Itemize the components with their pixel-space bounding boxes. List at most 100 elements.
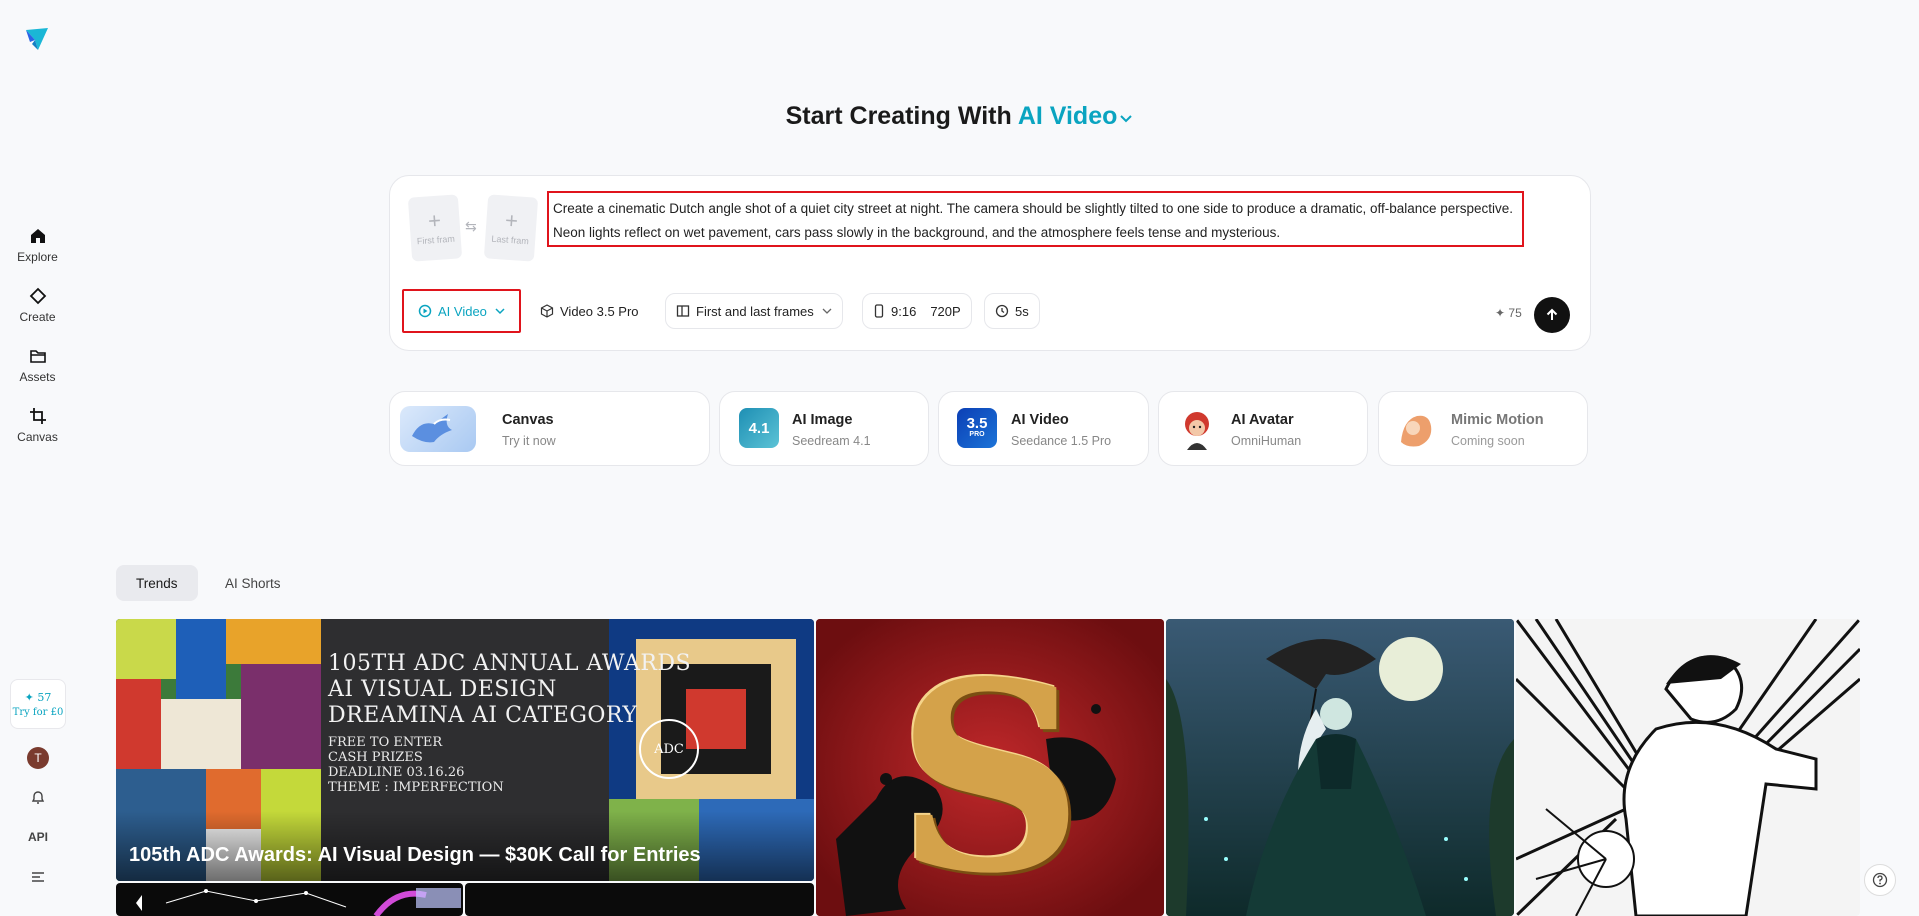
poster-detail-line: FREE TO ENTER — [328, 735, 443, 750]
mimic-motion-thumbnail — [1393, 406, 1437, 450]
frames-icon — [676, 304, 690, 318]
ornate-s-letter: S — [896, 626, 1084, 916]
sidebar-item-create[interactable]: Create — [0, 286, 75, 336]
chevron-down-icon — [1119, 103, 1133, 132]
sidebar-item-canvas[interactable]: Canvas — [0, 406, 75, 456]
mode-selector-label: AI Video — [1017, 102, 1118, 130]
tool-title: AI Video — [1011, 412, 1069, 428]
poster-detail-line: CASH PRIZES — [328, 750, 423, 765]
first-frame-upload[interactable]: + First fram — [407, 194, 463, 262]
gallery-card-ornate-letter[interactable]: S — [816, 619, 1164, 916]
sidebar-item-label: Assets — [19, 370, 56, 384]
sidebar: Explore Create Assets Canvas ✦ 57 Try fo… — [0, 0, 75, 916]
question-icon — [1872, 872, 1888, 888]
gothic-woman-art — [1166, 619, 1514, 916]
manga-hero-art — [1516, 619, 1860, 916]
last-frame-upload[interactable]: + Last fram — [483, 194, 539, 262]
diamond-icon — [28, 286, 48, 306]
menu-icon[interactable] — [27, 866, 49, 888]
resolution-value: 720P — [930, 303, 961, 319]
sidebar-item-label: Canvas — [17, 430, 58, 444]
crop-icon — [28, 406, 48, 426]
poster-heading-line: AI VISUAL DESIGN — [328, 677, 557, 702]
tool-card-mimic-motion[interactable]: Mimic Motion Coming soon — [1378, 391, 1588, 466]
mode-selector[interactable]: AI Video — [1018, 102, 1134, 130]
sidebar-item-assets[interactable]: Assets — [0, 346, 75, 396]
avatar-character-thumbnail — [1175, 406, 1219, 450]
tool-card-ai-image[interactable]: 4.1 AI Image Seedream 4.1 — [719, 391, 929, 466]
seedance-version-badge: 3.5 — [966, 415, 988, 432]
duration-selector[interactable]: 5s — [984, 293, 1040, 329]
canvas-thumbnail — [400, 406, 476, 452]
credits-count: ✦ 57 — [24, 690, 52, 704]
gallery-card-manga-hero[interactable] — [1516, 619, 1860, 916]
tool-subtitle: OmniHuman — [1231, 434, 1302, 448]
tool-title: Mimic Motion — [1451, 412, 1544, 428]
mode-dropdown-label: AI Video — [438, 303, 487, 319]
tool-title: AI Avatar — [1231, 412, 1294, 428]
frames-dropdown[interactable]: First and last frames — [665, 293, 843, 329]
cube-icon — [540, 304, 554, 318]
bell-icon[interactable] — [27, 786, 49, 808]
chevron-down-icon — [822, 306, 832, 316]
api-link[interactable]: API — [22, 830, 54, 844]
tab-trends[interactable]: Trends — [116, 565, 198, 601]
tool-subtitle: Coming soon — [1451, 434, 1525, 448]
page-title: Start Creating With AI Video — [0, 102, 1919, 132]
last-frame-label: Last fram — [491, 233, 530, 247]
poster-detail-line: THEME : IMPERFECTION — [328, 780, 504, 795]
gallery-card-adc-awards[interactable]: 105TH ADC ANNUAL AWARDS AI VISUAL DESIGN… — [116, 619, 814, 881]
home-icon — [28, 226, 48, 246]
model-selector[interactable]: Video 3.5 Pro — [530, 293, 649, 329]
seedance-logo: 3.5 PRO — [957, 408, 997, 448]
phone-portrait-icon — [873, 304, 885, 318]
ai-video-icon — [418, 304, 432, 318]
tool-card-canvas[interactable]: Canvas Try it now — [389, 391, 710, 466]
gallery-card-gothic-woman[interactable] — [1166, 619, 1514, 916]
seedream-logo: 4.1 — [739, 408, 779, 448]
page-title-prefix: Start Creating With — [785, 102, 1012, 130]
gallery-card-constellation[interactable] — [116, 883, 463, 916]
duration-value: 5s — [1015, 303, 1029, 319]
prompt-card: + First fram ⇆ + Last fram Create a cine… — [389, 175, 1591, 351]
clock-icon — [995, 304, 1009, 318]
gallery-caption: 105th ADC Awards: AI Visual Design — $30… — [129, 844, 701, 866]
avatar[interactable]: T — [27, 747, 49, 769]
mode-dropdown[interactable]: AI Video — [402, 289, 521, 333]
tool-card-ai-avatar[interactable]: AI Avatar OmniHuman — [1158, 391, 1368, 466]
tool-title: AI Image — [792, 412, 853, 428]
tool-card-ai-video[interactable]: 3.5 PRO AI Video Seedance 1.5 Pro — [938, 391, 1149, 466]
sidebar-item-explore[interactable]: Explore — [0, 226, 75, 276]
tool-subtitle: Seedance 1.5 Pro — [1011, 434, 1112, 448]
help-button[interactable] — [1864, 864, 1896, 896]
adc-logo-text: ADC — [654, 741, 684, 757]
prompt-input[interactable]: Create a cinematic Dutch angle shot of a… — [547, 191, 1524, 247]
plus-icon: + — [504, 207, 519, 234]
trial-offer-label: Try for £0 — [12, 706, 64, 718]
seedance-pro-badge: PRO — [969, 431, 985, 438]
frames-dropdown-label: First and last frames — [696, 303, 814, 319]
arrow-up-icon — [1544, 307, 1560, 323]
sidebar-item-label: Explore — [17, 250, 58, 264]
gallery-card-dark[interactable] — [465, 883, 814, 916]
aspect-ratio-value: 9:16 — [891, 303, 917, 319]
folder-icon — [28, 346, 48, 366]
credits-trial-button[interactable]: ✦ 57 Try for £0 — [10, 679, 66, 729]
tab-ai-shorts[interactable]: AI Shorts — [205, 565, 301, 601]
dreamina-logo-icon[interactable] — [24, 26, 50, 52]
poster-heading-line: 105TH ADC ANNUAL AWARDS — [328, 651, 692, 676]
tool-title: Canvas — [502, 412, 554, 428]
plus-icon: + — [427, 207, 442, 234]
poster-detail-line: DEADLINE 03.16.26 — [328, 765, 465, 780]
swap-icon[interactable]: ⇆ — [465, 218, 477, 235]
chevron-down-icon — [495, 306, 505, 316]
generate-button[interactable] — [1534, 297, 1570, 333]
generation-cost: ✦ 75 — [1495, 306, 1522, 320]
tool-subtitle: Try it now — [502, 434, 556, 448]
tool-subtitle: Seedream 4.1 — [792, 434, 871, 448]
seedream-version-badge: 4.1 — [748, 419, 770, 437]
ratio-resolution-selector[interactable]: 9:16 720P — [862, 293, 972, 329]
adc-logo-icon: ADC — [639, 719, 699, 779]
poster-heading-line: DREAMINA AI CATEGORY — [328, 703, 638, 728]
constellation-art — [136, 888, 461, 916]
